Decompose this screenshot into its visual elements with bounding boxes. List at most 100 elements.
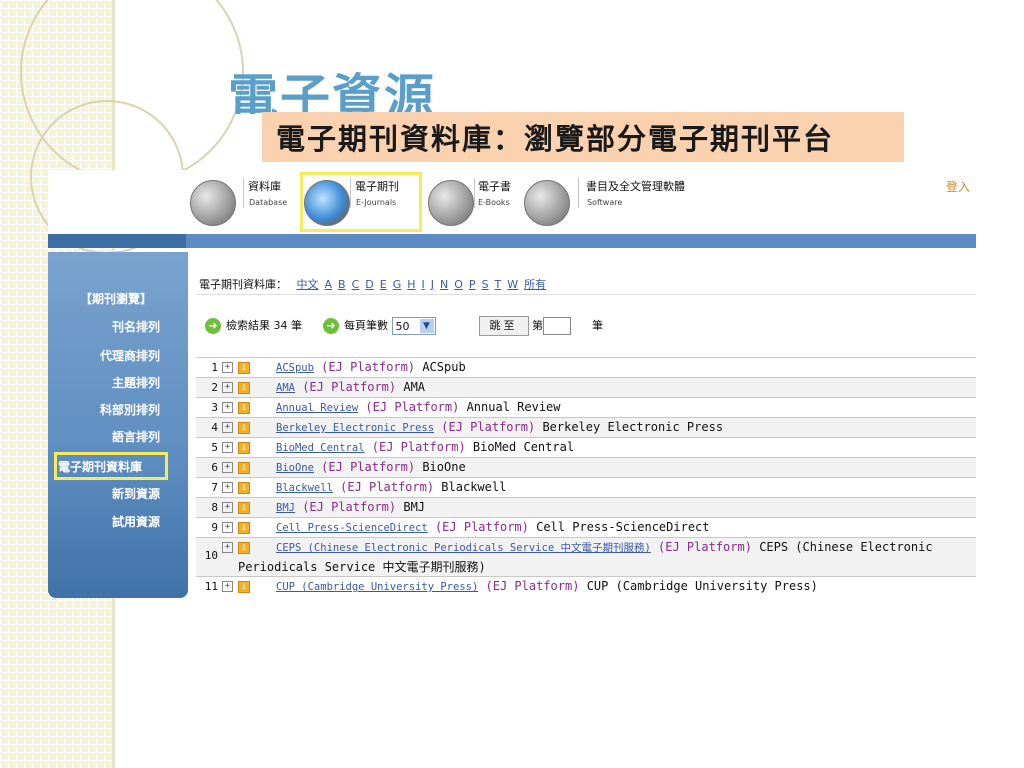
row-number: 8 — [211, 501, 218, 514]
info-icon[interactable]: i — [238, 362, 250, 374]
platform-name: CUP (Cambridge University Press) — [586, 579, 818, 593]
alphabet-link[interactable]: D — [365, 278, 373, 291]
platform-link[interactable]: Annual Review — [276, 402, 358, 414]
expand-icon[interactable]: + — [222, 482, 233, 493]
alphabet-link[interactable]: H — [407, 278, 415, 291]
result-count: 檢索結果 34 筆 — [226, 319, 302, 332]
sidebar-item-language[interactable]: 語言排列 — [112, 428, 160, 445]
table-row: 9 + i Cell Press-ScienceDirect (EJ Platform… — [196, 517, 976, 537]
alphabet-link[interactable]: S — [482, 278, 489, 291]
table-row: 11 + i CUP (Cambridge University Press) (EJ… — [196, 576, 976, 596]
alphabet-link[interactable]: P — [469, 278, 476, 291]
row-number: 3 — [211, 401, 218, 414]
software-icon — [524, 180, 570, 226]
expand-icon[interactable]: + — [222, 522, 233, 533]
chevron-down-icon: ▼ — [419, 319, 434, 333]
alphabet-link[interactable]: 中文 — [297, 278, 319, 291]
alphabet-link[interactable]: G — [393, 278, 402, 291]
platform-name: Berkeley Electronic Press — [542, 420, 724, 434]
platform-link[interactable]: Cell Press-ScienceDirect — [276, 522, 428, 534]
toolbar-separator — [578, 178, 579, 208]
sidebar-item-department[interactable]: 科部別排列 — [100, 401, 160, 418]
sidebar-item-trial[interactable]: 試用資源 — [112, 513, 160, 530]
info-icon[interactable]: i — [238, 442, 250, 454]
info-icon[interactable]: i — [238, 502, 250, 514]
expand-icon[interactable]: + — [222, 502, 233, 513]
expand-icon[interactable]: + — [222, 422, 233, 433]
sidebar-header: 【期刊瀏覽】 — [80, 292, 153, 306]
per-page-select[interactable]: 50 ▼ — [391, 317, 436, 335]
platform-name: BioMed Central — [472, 440, 575, 454]
row-number: 10 — [204, 549, 218, 562]
per-page-value: 50 — [395, 320, 410, 333]
ebooks-icon — [428, 180, 474, 226]
platform-tag: (EJ Platform) — [365, 400, 460, 414]
platform-tag: (EJ Platform) — [434, 520, 529, 534]
info-icon[interactable]: i — [238, 462, 250, 474]
row-number: 9 — [211, 521, 218, 534]
expand-icon[interactable]: + — [222, 382, 233, 393]
platform-tag: (EJ Platform) — [321, 360, 416, 374]
platform-link[interactable]: CUP (Cambridge University Press) — [276, 581, 478, 593]
arrow-right-icon: ➜ — [205, 318, 221, 334]
alphabet-link[interactable]: I — [422, 278, 425, 291]
toolbar-ebooks-label: 電子書 — [478, 180, 511, 193]
alphabet-link[interactable]: 所有 — [524, 278, 546, 291]
expand-icon[interactable]: + — [222, 402, 233, 413]
info-icon[interactable]: i — [238, 402, 250, 414]
platform-link[interactable]: BioMed Central — [276, 442, 365, 454]
page-input[interactable] — [543, 317, 571, 335]
alphabet-link[interactable]: E — [380, 278, 387, 291]
sidebar-item-new[interactable]: 新到資源 — [112, 485, 160, 502]
platform-link[interactable]: Berkeley Electronic Press — [276, 422, 434, 434]
arrow-right-icon: ➜ — [323, 318, 339, 334]
expand-icon[interactable]: + — [222, 581, 233, 592]
database-icon — [190, 180, 236, 226]
expand-icon[interactable]: + — [222, 542, 233, 553]
info-icon[interactable]: i — [238, 581, 250, 593]
toolbar-separator — [243, 178, 244, 208]
alphabet-link[interactable]: O — [454, 278, 463, 291]
platform-name: Blackwell — [441, 480, 507, 494]
table-row: 4 + i Berkeley Electronic Press (EJ Platfor… — [196, 417, 976, 437]
info-icon[interactable]: i — [238, 422, 250, 434]
row-number: 4 — [211, 421, 218, 434]
divider — [196, 294, 976, 295]
sidebar-item-title[interactable]: 刊名排列 — [112, 318, 160, 335]
platform-link[interactable]: ACSpub — [276, 362, 314, 374]
info-icon[interactable]: i — [238, 542, 250, 554]
platform-link[interactable]: Blackwell — [276, 482, 333, 494]
platform-name: BMJ — [403, 500, 426, 514]
expand-icon[interactable]: + — [222, 362, 233, 373]
row-number: 1 — [211, 361, 218, 374]
platform-name: BioOne — [422, 460, 466, 474]
platform-tag: (EJ Platform) — [321, 460, 416, 474]
platform-tag: (EJ Platform) — [485, 579, 580, 593]
expand-icon[interactable]: + — [222, 442, 233, 453]
sidebar-active-highlight — [54, 452, 168, 480]
platform-link[interactable]: BioOne — [276, 462, 314, 474]
alphabet-link[interactable]: W — [507, 278, 518, 291]
table-row: 7 + i Blackwell (EJ Platform) Blackwell — [196, 477, 976, 497]
login-link[interactable]: 登入 — [946, 178, 970, 195]
alphabet-link[interactable]: J — [431, 278, 434, 291]
sidebar-item-subject[interactable]: 主題排列 — [112, 374, 160, 391]
alphabet-link[interactable]: B — [338, 278, 346, 291]
goto-button[interactable]: 跳至 — [478, 316, 529, 336]
alphabet-label: 電子期刊資料庫： — [199, 278, 287, 291]
platform-tag: (EJ Platform) — [302, 500, 397, 514]
platform-link[interactable]: BMJ — [276, 502, 295, 514]
expand-icon[interactable]: + — [222, 462, 233, 473]
info-icon[interactable]: i — [238, 382, 250, 394]
platform-link[interactable]: CEPS (Chinese Electronic Periodicals Ser… — [276, 542, 651, 554]
info-icon[interactable]: i — [238, 482, 250, 494]
table-row: 1 + i ACSpub (EJ Platform) ACSpub — [196, 357, 976, 377]
sidebar-item-vendor[interactable]: 代理商排列 — [100, 347, 160, 364]
alphabet-link[interactable]: T — [495, 278, 502, 291]
platform-link[interactable]: AMA — [276, 382, 295, 394]
alphabet-link[interactable]: A — [325, 278, 333, 291]
alphabet-link[interactable]: N — [440, 278, 448, 291]
info-icon[interactable]: i — [238, 522, 250, 534]
row-number: 11 — [204, 580, 218, 593]
alphabet-link[interactable]: C — [352, 278, 360, 291]
